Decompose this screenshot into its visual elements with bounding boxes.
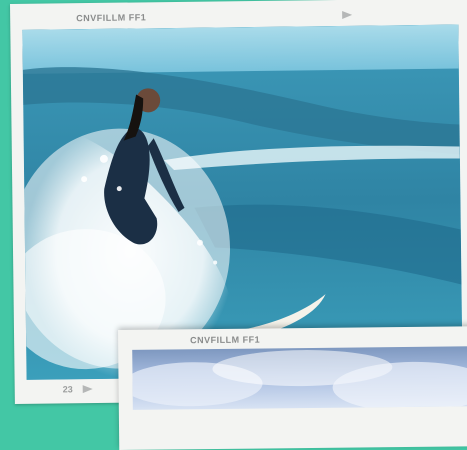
film-label: CNVFILLM FF1 (190, 334, 261, 346)
arrow-right-icon (342, 10, 353, 19)
frame-number: 23 (62, 384, 73, 395)
arrow-right-icon (82, 385, 93, 394)
film-frame-second: CNVFILLM FF1 (118, 326, 467, 450)
film-label: CNVFILLM FF1 (76, 12, 147, 24)
sky-photo (132, 346, 467, 410)
sky-photo-image (132, 350, 467, 410)
